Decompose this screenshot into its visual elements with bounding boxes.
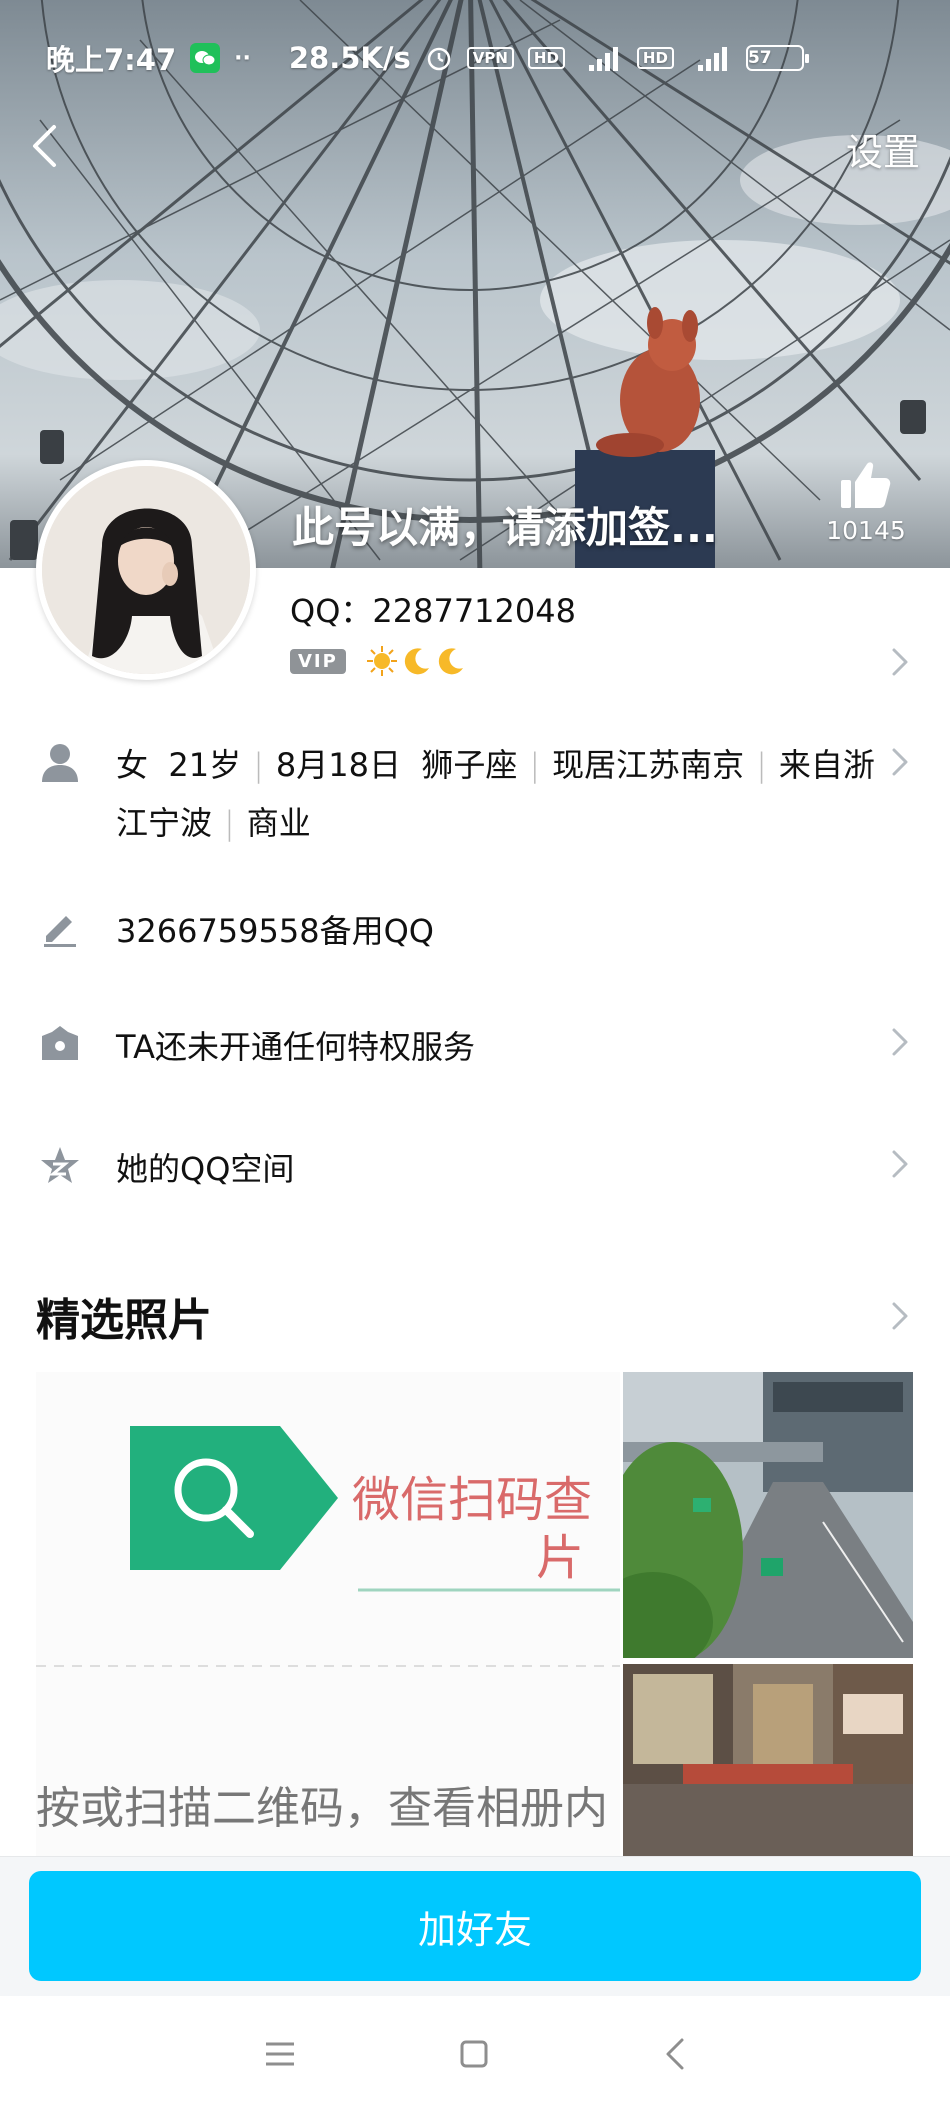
chevron-right-icon[interactable] [888,744,912,780]
chevron-right-icon[interactable] [888,1146,912,1182]
back-nav-icon[interactable] [654,2032,698,2076]
hd-icon-2: HD [636,47,674,69]
qq-number: QQ：2287712048 [290,592,576,630]
photo-street[interactable] [623,1372,913,1658]
edit-icon [44,916,76,947]
back-button[interactable] [22,118,66,174]
profile-details[interactable]: 女 21岁 | 8月18日 狮子座 | 现居江苏南京 | 来自浙江宁波 | 商业 [116,736,876,852]
add-friend-button[interactable]: 加好友 [29,1871,921,1981]
location: 现居江苏南京 [552,746,745,784]
chevron-left-icon [33,125,56,167]
wechat-notification-icon [190,43,221,73]
sun-level-icon [366,646,397,676]
battery-icon: 57 [745,45,809,71]
thumbs-up-icon [841,462,891,508]
vpn-icon: VPN [466,47,514,69]
alarm-icon [425,44,453,72]
status-bar: 晚上7:47 ·· 28.5K/s VPN HD HD 57 [0,28,950,88]
signature: 3266759558备用QQ [116,912,434,950]
promo-bottom-text: 按或扫描二维码，查看相册内 [36,1783,608,1834]
more-notifications-icon: ·· [234,45,251,71]
nickname: 此号以满，请添加签... [292,503,718,552]
industry: 商业 [246,804,311,842]
photo-plaza[interactable] [623,1664,913,1856]
home-icon[interactable] [452,2032,496,2076]
chevron-right-icon[interactable] [888,644,912,680]
privilege-icon [42,1026,78,1060]
system-navigation-bar [0,1996,950,2111]
zodiac: 狮子座 [421,746,518,784]
signal-icon-2 [688,43,732,73]
photo-featured[interactable]: 微信扫码查 片 按或扫描二维码，查看相册内 [36,1372,620,1856]
status-time: 晚上7:47 [46,43,177,77]
moon-level-icon [438,648,463,675]
person-icon [42,744,78,782]
hd-icon: HD [527,47,565,69]
promo-text-line2: 片 [536,1530,585,1586]
qzone-star-icon [41,1147,79,1183]
network-speed: 28.5K/s [288,41,411,75]
avatar[interactable] [36,460,256,680]
moon-level-icon [404,648,429,675]
gender: 女 [116,746,149,784]
vip-badge: VIP [290,648,346,674]
menu-icon[interactable] [258,2032,302,2076]
privilege-status[interactable]: TA还未开通任何特权服务 [116,1022,475,1068]
like-count: 10145 [826,516,906,545]
photos-section-title: 精选照片 [36,1295,212,1346]
qzone-link[interactable]: 她的QQ空间 [116,1144,294,1190]
settings-button[interactable]: 设置 [846,122,920,176]
chevron-right-icon[interactable] [888,1298,912,1334]
signal-icon [579,43,623,73]
birthday: 8月18日 [275,746,401,784]
chevron-right-icon[interactable] [888,1024,912,1060]
badge-row[interactable]: VIP [290,645,466,677]
like-button[interactable]: 10145 [806,458,926,545]
age: 21岁 [168,746,242,784]
